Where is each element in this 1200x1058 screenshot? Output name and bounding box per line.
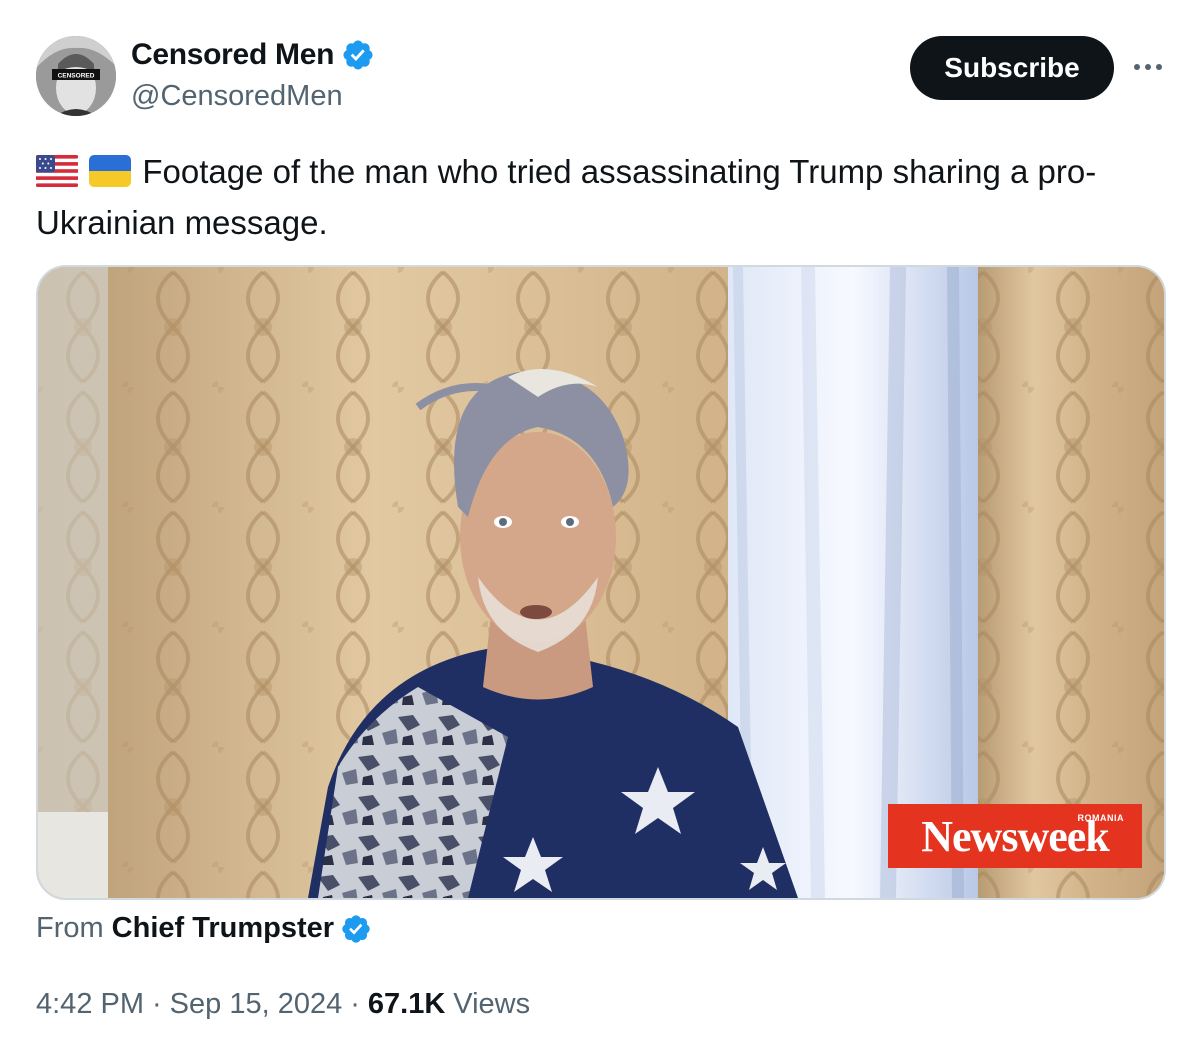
subscribe-button[interactable]: Subscribe: [910, 36, 1114, 100]
verified-badge-icon[interactable]: [340, 913, 372, 945]
tweet-time[interactable]: 4:42 PM: [36, 988, 144, 1021]
tweet-card: CENSORED Censored Men @CensoredMen Subsc…: [0, 0, 1200, 1058]
tweet-date[interactable]: Sep 15, 2024: [170, 988, 343, 1021]
us-flag-icon: [36, 152, 78, 199]
meta-separator: ·: [350, 988, 360, 1020]
newsweek-watermark: ROMANIA Newsweek: [888, 804, 1142, 868]
tweet-text-line2: Ukrainian message.: [36, 204, 328, 241]
more-horizontal-icon[interactable]: [1130, 52, 1166, 82]
source-account-name[interactable]: Chief Trumpster: [112, 912, 334, 945]
tweet-text-line1: Footage of the man who tried assassinati…: [142, 153, 1097, 190]
from-label: From: [36, 912, 104, 944]
author-handle[interactable]: @CensoredMen: [131, 80, 343, 113]
tweet-text: Footage of the man who tried assassinati…: [36, 148, 1166, 246]
meta-separator: ·: [152, 988, 162, 1020]
verified-badge-icon[interactable]: [341, 38, 375, 72]
avatar-censored-label: CENSORED: [58, 73, 95, 80]
avatar[interactable]: CENSORED: [36, 36, 116, 116]
views-count[interactable]: 67.1K: [368, 988, 445, 1021]
watermark-region: ROMANIA: [1077, 813, 1124, 823]
ukraine-flag-icon: [89, 152, 132, 199]
author-name-row: Censored Men: [131, 38, 375, 72]
video-player[interactable]: ROMANIA Newsweek: [36, 265, 1166, 900]
video-source: From Chief Trumpster: [36, 912, 372, 945]
author-display-name[interactable]: Censored Men: [131, 38, 334, 72]
views-label: Views: [453, 988, 531, 1020]
tweet-meta: 4:42 PM · Sep 15, 2024 · 67.1K Views: [36, 988, 530, 1021]
